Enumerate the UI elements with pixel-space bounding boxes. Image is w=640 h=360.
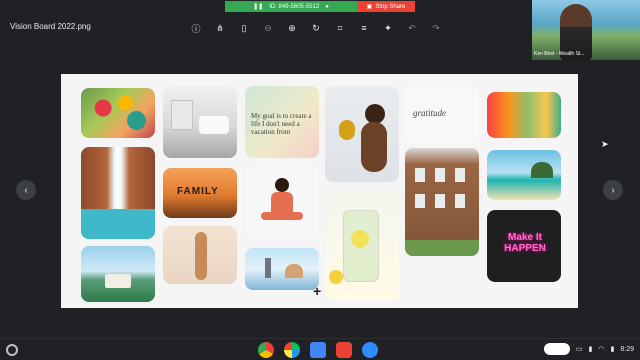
waterfall-photo — [81, 147, 155, 239]
stop-share-button[interactable]: ▣ Stop Share — [357, 1, 415, 12]
zoom-out-icon[interactable]: ⊖ — [262, 22, 274, 34]
vision-board-image: FAMILY My goal is to create a life I don… — [61, 74, 578, 308]
fitness-woman-photo — [163, 226, 237, 284]
files-icon[interactable] — [310, 342, 326, 358]
lemon-water-photo — [325, 190, 399, 300]
launcher-icon[interactable] — [6, 344, 18, 356]
wifi-icon: ◠ — [598, 346, 605, 353]
play-store-icon[interactable] — [284, 342, 300, 358]
webcam-preview: Ken Best - Wealth St... — [532, 0, 640, 60]
screen-capture-icon[interactable]: ▭ — [576, 345, 583, 353]
gratitude-card: gratitude — [405, 86, 479, 144]
share-pause-icon[interactable]: ❚❚ — [253, 3, 263, 10]
chevron-right-icon: › — [611, 184, 615, 196]
file-name: Vision Board 2022.png — [10, 22, 91, 31]
clock: 8:29 — [620, 345, 634, 353]
webcam-name: Ken Best - Wealth St... — [534, 51, 585, 57]
add-icon: + — [313, 283, 322, 299]
screen-share-bar: ❚❚ ID: 849-5605-5512 ● ▣ Stop Share — [225, 1, 415, 12]
previous-image-button[interactable]: ‹ — [16, 180, 36, 200]
zoom-icon[interactable] — [362, 342, 378, 358]
chevron-left-icon: ‹ — [24, 184, 28, 196]
make-it-happen-neon-sign: Make It HAPPEN — [487, 210, 561, 282]
screencast-icon[interactable] — [336, 342, 352, 358]
shelf-apps — [258, 342, 378, 358]
screen-icon: ▣ — [366, 4, 373, 10]
meeting-id: ❚❚ ID: 849-5605-5512 ● — [225, 1, 357, 12]
lightbulb-icon[interactable]: ✦ — [382, 22, 394, 34]
info-icon[interactable]: ⓘ — [190, 22, 202, 34]
zoom-in-icon[interactable]: ⊕ — [286, 22, 298, 34]
family-sunset-photo: FAMILY — [163, 168, 237, 218]
mouse-cursor-icon: ➤ — [601, 139, 609, 149]
next-image-button[interactable]: › — [603, 180, 623, 200]
recording-indicator[interactable] — [543, 343, 570, 355]
quote-card: My goal is to create a life I don't need… — [245, 86, 319, 158]
tropical-beach-photo — [487, 150, 561, 200]
share-icon[interactable]: ⋔ — [214, 22, 226, 34]
redo-icon[interactable]: ↷ — [430, 22, 442, 34]
adjust-icon[interactable]: ≡ — [358, 22, 370, 34]
share-settings-icon[interactable]: ● — [325, 4, 329, 10]
travel-landmarks-photo — [245, 248, 319, 290]
battery-icon: ▮ — [610, 346, 615, 353]
system-tray[interactable]: ▭ ▮ ◠ ▮ 8:29 — [543, 343, 634, 355]
os-taskbar: ▭ ▮ ◠ ▮ 8:29 — [0, 338, 640, 360]
phone-hub-icon[interactable]: ▮ — [589, 345, 593, 353]
image-viewer: Vision Board 2022.png ❚❚ ID: 849-5605-55… — [0, 0, 640, 338]
delete-icon[interactable]: ▯ — [238, 22, 250, 34]
rotate-icon[interactable]: ↻ — [310, 22, 322, 34]
viewer-toolbar: ⓘ ⋔ ▯ ⊖ ⊕ ↻ ⌗ ≡ ✦ ↶ ↷ — [190, 18, 442, 38]
luxury-bathroom-photo — [163, 86, 237, 158]
meditation-illustration — [245, 166, 319, 238]
chrome-icon[interactable] — [258, 342, 274, 358]
brownstone-house-photo — [405, 148, 479, 256]
crop-icon[interactable]: ⌗ — [334, 22, 346, 34]
woman-pineapple-photo — [325, 86, 399, 182]
vegetables-photo — [81, 88, 155, 138]
beach-mansion-photo — [81, 246, 155, 302]
undo-icon[interactable]: ↶ — [406, 22, 418, 34]
smoothies-photo — [487, 92, 561, 138]
